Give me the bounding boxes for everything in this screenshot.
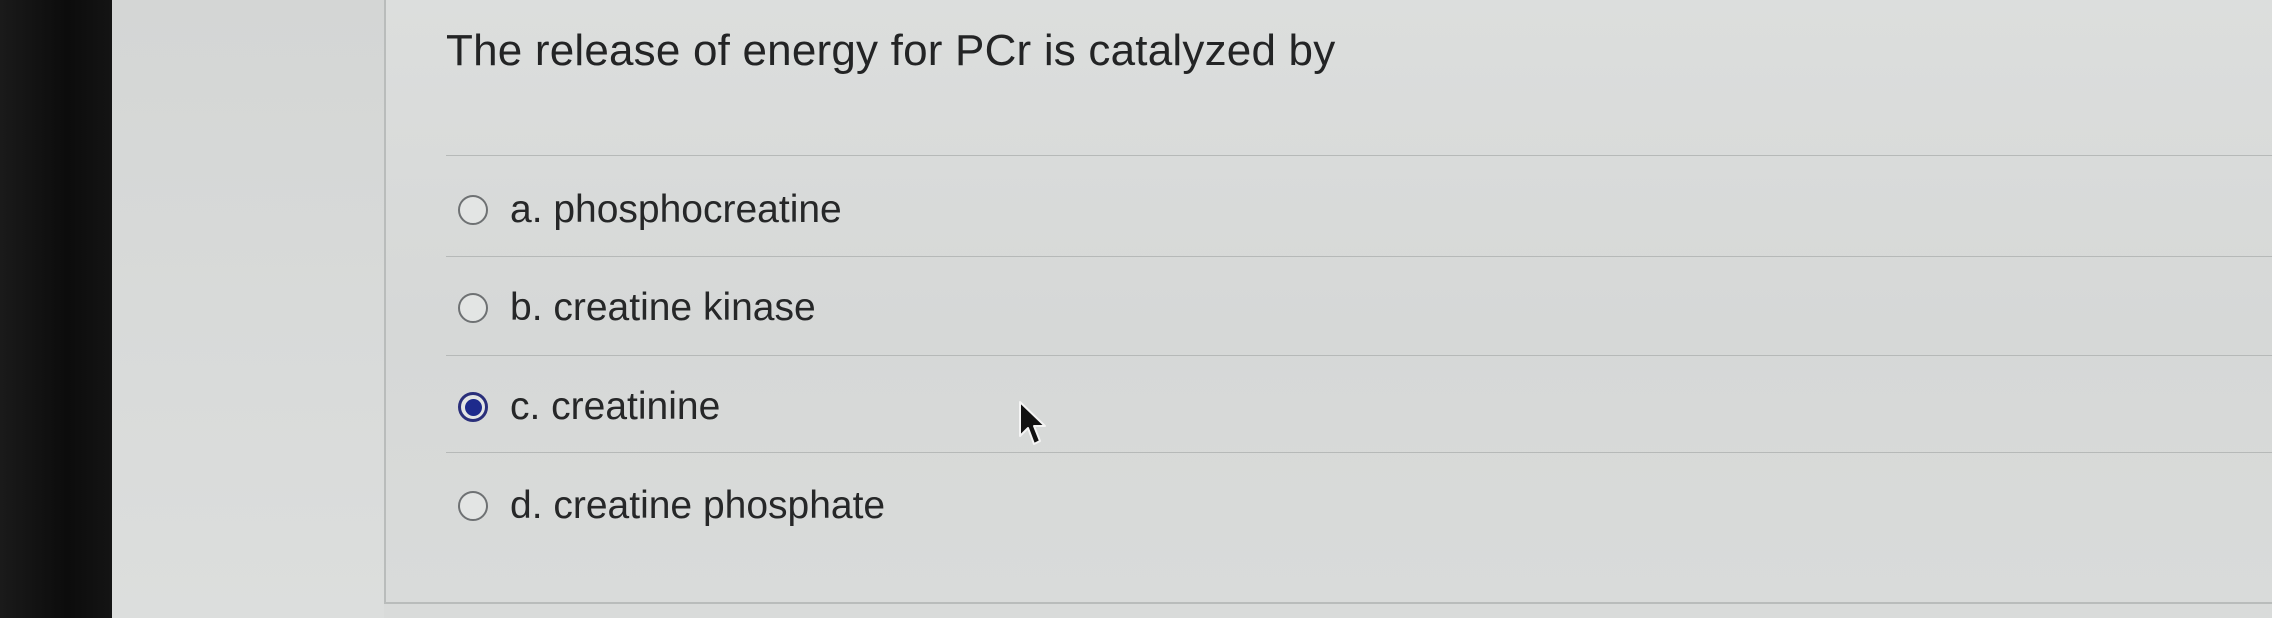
option-c[interactable]: c. creatinine: [458, 377, 720, 437]
left-margin: [112, 0, 384, 618]
option-label-d: d. creatine phosphate: [510, 484, 886, 527]
screen-bezel: [0, 0, 112, 618]
option-a[interactable]: a. phosphocreatine: [458, 180, 842, 240]
divider: [446, 256, 2272, 257]
option-label-c: c. creatinine: [510, 385, 721, 428]
radio-button-b[interactable]: [458, 293, 488, 323]
option-label-a: a. phosphocreatine: [510, 188, 842, 231]
divider: [446, 355, 2272, 356]
arrow-cursor-icon: [1019, 401, 1046, 445]
divider: [446, 452, 2272, 453]
option-label-b: b. creatine kinase: [510, 286, 816, 329]
option-b[interactable]: b. creatine kinase: [458, 278, 816, 338]
option-d[interactable]: d. creatine phosphate: [458, 476, 885, 536]
radio-button-d[interactable]: [458, 491, 488, 521]
radio-button-a[interactable]: [458, 195, 488, 225]
divider: [446, 155, 2272, 156]
radio-button-c[interactable]: [458, 392, 488, 422]
question-text: The release of energy for PCr is catalyz…: [446, 26, 1336, 75]
